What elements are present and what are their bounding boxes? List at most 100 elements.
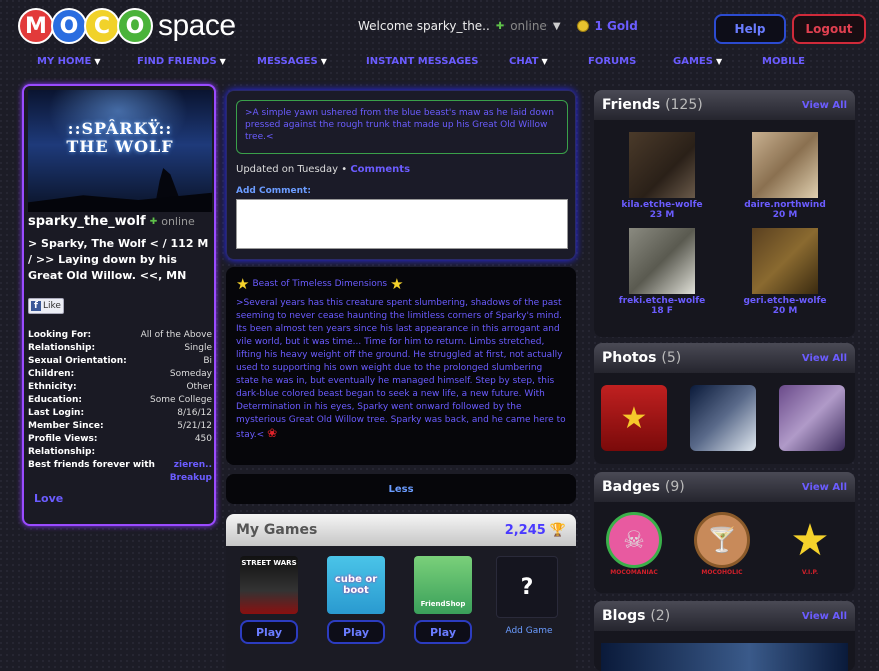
blogs-title: Blogs (2) xyxy=(602,608,670,624)
logo-letter: C xyxy=(84,8,120,44)
badge-mocomaniac[interactable]: ☠ MOCOMANIAC xyxy=(594,512,674,576)
friends-panel: Friends (125) View All kila.etche-wolfe … xyxy=(594,90,855,337)
friend-card[interactable]: freki.etche-wolfe 18 F xyxy=(607,228,717,316)
friends-header: Friends (125) View All xyxy=(594,90,855,120)
logout-button[interactable]: Logout xyxy=(792,14,866,44)
about-title-row: ★ Beast of Timeless Dimensions ★ xyxy=(236,275,566,293)
logo-letter: O xyxy=(51,8,87,44)
detail-row: Relationship: Single xyxy=(28,342,212,355)
add-game-tile[interactable]: ? xyxy=(496,556,558,618)
friend-card[interactable]: daire.northwind 20 M xyxy=(730,132,840,220)
detail-value: Some College xyxy=(150,395,212,405)
nav-games[interactable]: GAMES ▼ xyxy=(673,56,722,67)
game-thumbnail[interactable]: FriendShop xyxy=(414,556,472,614)
friends-view-all-link[interactable]: View All xyxy=(802,100,847,111)
badge-label: V.I.P. xyxy=(801,569,819,576)
online-status-icon: ✚ xyxy=(495,20,505,32)
friend-card[interactable]: kila.etche-wolfe 23 M xyxy=(607,132,717,220)
detail-value: Someday xyxy=(169,369,212,379)
friend-avatar[interactable] xyxy=(629,228,695,294)
profile-username: sparky_the_wolf xyxy=(28,214,146,229)
badge-mocoholic[interactable]: 🍸 MOCOHOLIC xyxy=(682,512,762,576)
picture-caption-line: ::SPÂRKŸ:: xyxy=(67,119,173,138)
wolf-silhouette xyxy=(156,168,180,200)
nav-forums[interactable]: FORUMS xyxy=(588,56,636,67)
detail-key: Sexual Orientation: xyxy=(28,356,127,366)
nav-label: MOBILE xyxy=(762,56,805,67)
nav-my-home[interactable]: MY HOME ▼ xyxy=(37,56,100,67)
online-status-text: online xyxy=(510,19,547,33)
photo-thumbnail[interactable] xyxy=(779,385,845,451)
main-nav: MY HOME ▼ FIND FRIENDS ▼ MESSAGES ▼ INSTANT… xyxy=(0,52,879,74)
star-icon: ★ xyxy=(620,400,648,436)
updated-text: Updated on Tuesday xyxy=(236,164,339,175)
game-street-wars: STREET WARS Play xyxy=(240,556,298,644)
games-score: 2,245 🏆 xyxy=(505,523,566,538)
status-quote: >A simple yawn ushered from the blue bea… xyxy=(236,100,568,154)
detail-key: Relationship: xyxy=(28,343,96,353)
photo-thumbnail[interactable]: ★ xyxy=(601,385,667,451)
photos-header: Photos (5) View All xyxy=(594,343,855,373)
about-title: Beast of Timeless Dimensions xyxy=(252,278,388,289)
profile-status-text: > Sparky, The Wolf < / 112 M / >> Laying… xyxy=(28,237,209,282)
nav-chat[interactable]: CHAT ▼ xyxy=(509,56,548,67)
logo-letter: O xyxy=(117,8,153,44)
friend-avatar[interactable] xyxy=(629,132,695,198)
top-bar: M O C O space Welcome sparky_the.. ✚ onl… xyxy=(0,0,879,52)
comment-field[interactable] xyxy=(236,199,568,249)
photos-panel: Photos (5) View All ★ xyxy=(594,343,855,464)
friend-info: 20 M xyxy=(772,306,798,316)
star-icon: ★ xyxy=(236,274,250,293)
game-thumbnail[interactable]: STREET WARS xyxy=(240,556,298,614)
bff-name-link[interactable]: zieren.. xyxy=(174,459,212,472)
friend-name[interactable]: kila.etche-wolfe xyxy=(607,200,717,210)
photos-view-all-link[interactable]: View All xyxy=(802,353,847,364)
love-link[interactable]: Love xyxy=(34,492,63,505)
detail-value: 8/16/12 xyxy=(177,408,212,418)
badge-vip[interactable]: ★ V.I.P. xyxy=(770,512,850,577)
nav-instant-messages[interactable]: INSTANT MESSAGES xyxy=(366,56,478,67)
facebook-like-button[interactable]: f Like xyxy=(28,298,64,314)
help-button[interactable]: Help xyxy=(714,14,786,44)
blogs-view-all-link[interactable]: View All xyxy=(802,611,847,622)
panel-title-text: Friends xyxy=(602,97,661,113)
chevron-down-icon[interactable]: ▼ xyxy=(553,21,561,32)
profile-picture[interactable]: ::SPÂRKŸ:: THE WOLF xyxy=(28,90,212,212)
less-button[interactable]: Less xyxy=(226,474,576,504)
gold-balance[interactable]: 1 Gold xyxy=(595,19,638,33)
mocospace-logo[interactable]: M O C O space xyxy=(18,6,236,46)
friend-avatar[interactable] xyxy=(752,132,818,198)
trophy-icon: 🏆 xyxy=(549,522,566,538)
friend-name[interactable]: geri.etche-wolfe xyxy=(730,296,840,306)
detail-row: Sexual Orientation: Bi xyxy=(28,355,212,368)
nav-messages[interactable]: MESSAGES ▼ xyxy=(257,56,327,67)
nav-find-friends[interactable]: FIND FRIENDS ▼ xyxy=(137,56,226,67)
breakup-link[interactable]: Breakup xyxy=(170,473,212,483)
photo-thumbnail[interactable] xyxy=(690,385,756,451)
welcome-text[interactable]: Welcome sparky_the.. xyxy=(358,19,490,33)
friend-avatar[interactable] xyxy=(752,228,818,294)
friends-count: (125) xyxy=(665,97,703,113)
game-thumbnail[interactable]: cube or boot xyxy=(327,556,385,614)
play-button[interactable]: Play xyxy=(240,620,298,644)
nav-mobile[interactable]: MOBILE xyxy=(762,56,805,67)
badges-header: Badges (9) View All xyxy=(594,472,855,502)
badges-view-all-link[interactable]: View All xyxy=(802,482,847,493)
detail-row: Children: Someday xyxy=(28,368,212,381)
blog-thumbnail[interactable] xyxy=(601,643,848,671)
add-game-link[interactable]: Add Game xyxy=(496,626,562,636)
status-box: >A simple yawn ushered from the blue bea… xyxy=(226,90,576,260)
star-icon: ★ xyxy=(390,274,404,293)
nav-label: MESSAGES xyxy=(257,56,318,67)
my-games-panel: My Games 2,245 🏆 STREET WARS Play cube o… xyxy=(226,514,576,671)
detail-value: 5/21/12 xyxy=(177,421,212,431)
friend-name[interactable]: daire.northwind xyxy=(730,200,840,210)
friend-name[interactable]: freki.etche-wolfe xyxy=(607,296,717,306)
play-button[interactable]: Play xyxy=(414,620,472,644)
detail-key: Profile Views: xyxy=(28,434,98,444)
play-button[interactable]: Play xyxy=(327,620,385,644)
friend-card[interactable]: geri.etche-wolfe 20 M xyxy=(730,228,840,316)
panel-title-text: Blogs xyxy=(602,608,646,624)
detail-value: All of the Above xyxy=(140,330,212,340)
comments-link[interactable]: Comments xyxy=(350,164,410,175)
